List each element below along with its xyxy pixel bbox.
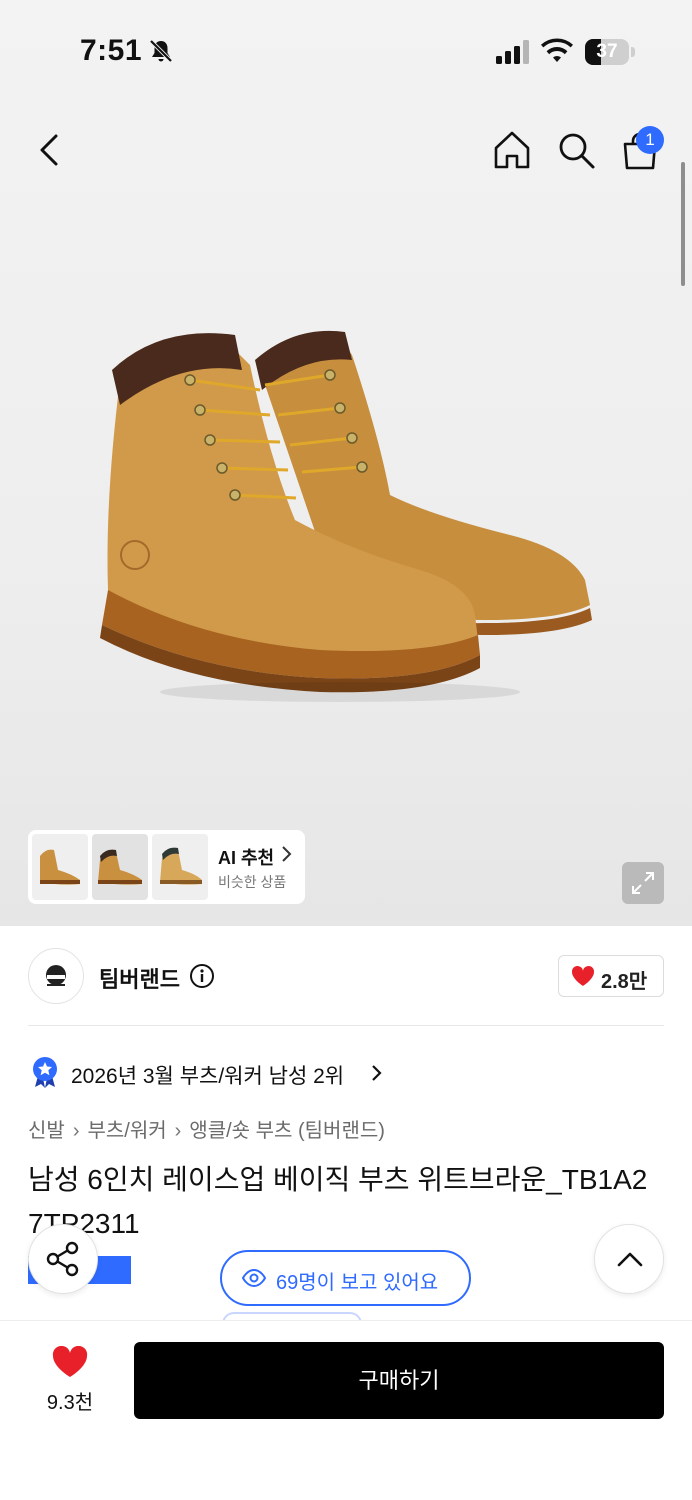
battery-indicator: 37 [585, 39, 635, 65]
wish-count: 9.3천 [46, 1392, 94, 1414]
share-button[interactable] [28, 1224, 98, 1294]
expand-icon [632, 872, 654, 894]
breadcrumb-separator-icon: › [174, 1120, 182, 1142]
share-icon [46, 1241, 79, 1277]
ai-recommend-title[interactable]: AI 추천 [218, 844, 274, 870]
heart-icon[interactable] [52, 1346, 88, 1378]
brand-like-count: 2.8만 [601, 971, 648, 993]
expand-image-button[interactable] [622, 862, 664, 904]
thumbnail-boot-3[interactable] [152, 834, 208, 900]
scroll-indicator [681, 162, 685, 286]
breadcrumb-item[interactable]: 부츠/워커 [87, 1120, 166, 1142]
scroll-top-button[interactable] [594, 1224, 664, 1294]
viewers-pill: 69명이 보고 있어요 [220, 1250, 471, 1306]
tree-logo-icon [46, 965, 66, 986]
chevron-up-icon [617, 1252, 643, 1267]
cellular-signal-icon [496, 40, 529, 64]
brand-like-button[interactable]: 2.8만 [558, 955, 664, 997]
breadcrumb-item[interactable]: 앵클/숏 부츠 (팀버랜드) [189, 1120, 385, 1142]
brand-logo[interactable] [28, 948, 84, 1004]
chevron-right-icon [372, 1065, 382, 1081]
thumbnail-strip: AI 추천 비슷한 상품 [28, 830, 305, 904]
status-time: 7:51 [80, 34, 143, 67]
battery-label: 37 [596, 41, 618, 62]
wifi-icon [541, 38, 573, 62]
eye-icon [242, 1268, 266, 1288]
chevron-right-icon [282, 846, 292, 862]
silent-bell-icon [149, 39, 173, 63]
brand-name[interactable]: 팀버랜드 [99, 962, 180, 994]
home-icon[interactable] [490, 128, 534, 172]
product-title: 남성 6인치 레이스업 베이직 부츠 위트브라운_TB1A27TP2311 [28, 1164, 648, 1239]
cart-count-badge: 1 [636, 126, 664, 154]
divider [28, 1025, 664, 1026]
viewers-text: 69명이 보고 있어요 [276, 1272, 439, 1294]
thumbnail-boot-1[interactable] [32, 834, 88, 900]
buy-button[interactable]: 구매하기 [134, 1342, 664, 1419]
breadcrumb: 신발 › 부츠/워커 › 앵클/숏 부츠 (팀버랜드) [28, 1114, 385, 1143]
ranking-text[interactable]: 2026년 3월 부츠/워커 남성 2위 [71, 1060, 344, 1090]
product-image [100, 330, 592, 702]
heart-icon [571, 965, 595, 986]
back-icon[interactable] [30, 128, 70, 172]
info-icon[interactable] [189, 963, 215, 989]
status-bar: 7:51 37 [0, 0, 692, 100]
ai-recommend-subtitle: 비슷한 상품 [218, 874, 287, 890]
breadcrumb-item[interactable]: 신발 [28, 1120, 65, 1142]
search-icon[interactable] [554, 128, 598, 172]
ranking-badge-icon [33, 1057, 57, 1088]
thumbnail-boot-2[interactable] [92, 834, 148, 900]
breadcrumb-separator-icon: › [72, 1120, 80, 1142]
